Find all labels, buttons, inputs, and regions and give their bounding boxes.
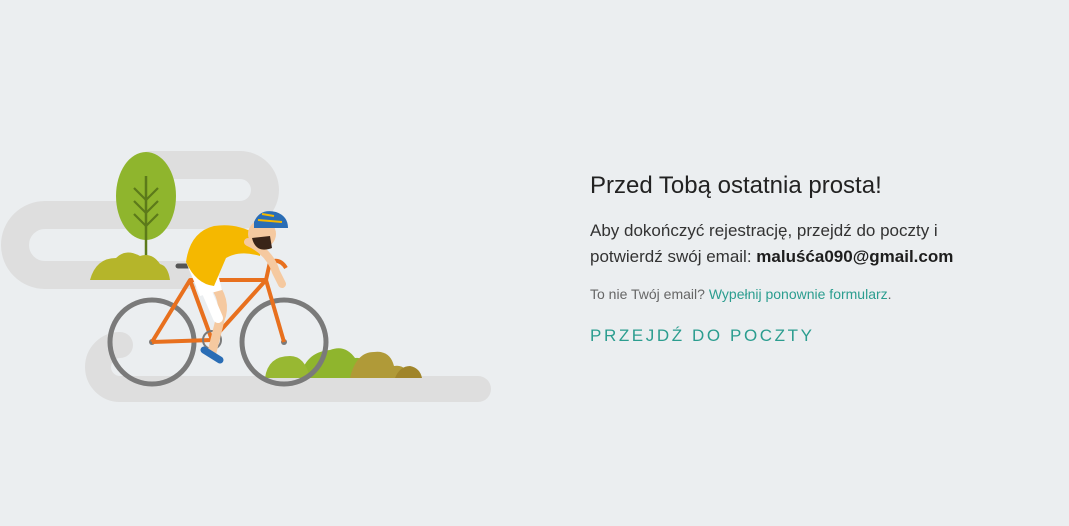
description-line1: Aby dokończyć rejestrację, przejdź do po… (590, 221, 938, 240)
go-to-mail-button[interactable]: PRZEJDŹ DO POCZTY (590, 324, 815, 348)
hint-text: To nie Twój email? (590, 286, 705, 302)
cyclist-graphic (186, 211, 288, 364)
tree-graphic (116, 152, 176, 258)
user-email: maluśća090@gmail.com (756, 247, 954, 266)
hint-end: . (887, 286, 892, 302)
page-title: Przed Tobą ostatnia prosta! (590, 172, 882, 199)
wrong-email-hint: To nie Twój email? Wypełnij ponownie for… (590, 284, 1050, 304)
refill-form-link[interactable]: Wypełnij ponownie formularz (709, 286, 888, 302)
bush-graphic (90, 252, 170, 280)
confirmation-description: Aby dokończyć rejestrację, przejdź do po… (590, 218, 1050, 270)
description-line2: potwierdź swój email: (590, 247, 752, 266)
confirmation-panel: Przed Tobą ostatnia prosta! Aby dokończy… (590, 170, 1050, 348)
cyclist-illustration (0, 0, 560, 521)
bush-right-graphic (265, 348, 422, 378)
